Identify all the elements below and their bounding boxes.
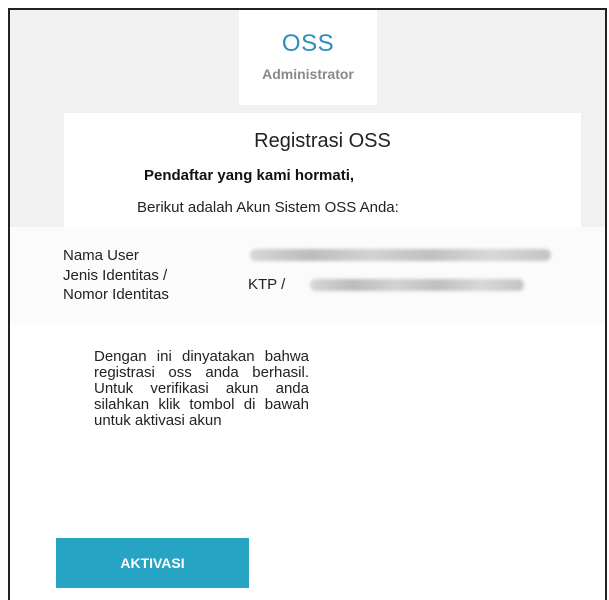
activate-button[interactable]: AKTIVASI bbox=[56, 538, 249, 588]
message-section: Dengan ini dinyatakan bahwa registrasi o… bbox=[10, 324, 605, 600]
registration-card: Registrasi OSS Pendaftar yang kami horma… bbox=[64, 113, 581, 227]
identity-type-label: Jenis Identitas / bbox=[63, 267, 168, 284]
identity-number-label: Nomor Identitas bbox=[63, 286, 169, 303]
brand-logo: OSS bbox=[281, 30, 335, 57]
card-title: Registrasi OSS bbox=[254, 130, 391, 152]
account-info-section: Nama User Jenis Identitas / Nomor Identi… bbox=[10, 227, 605, 324]
greeting-text: Pendaftar yang kami hormati, bbox=[144, 167, 355, 184]
identity-type-value: KTP / bbox=[248, 276, 286, 293]
logo-header: OSS Administrator bbox=[239, 10, 377, 105]
username-label: Nama User bbox=[63, 247, 139, 264]
username-value-redacted bbox=[250, 249, 551, 261]
email-frame: OSS Administrator Registrasi OSS Pendaft… bbox=[8, 8, 607, 600]
identity-number-redacted bbox=[310, 279, 524, 291]
intro-text: Berikut adalah Akun Sistem OSS Anda: bbox=[137, 199, 399, 216]
brand-subtitle: Administrator bbox=[262, 66, 354, 82]
confirmation-message: Dengan ini dinyatakan bahwa registrasi o… bbox=[94, 348, 309, 429]
